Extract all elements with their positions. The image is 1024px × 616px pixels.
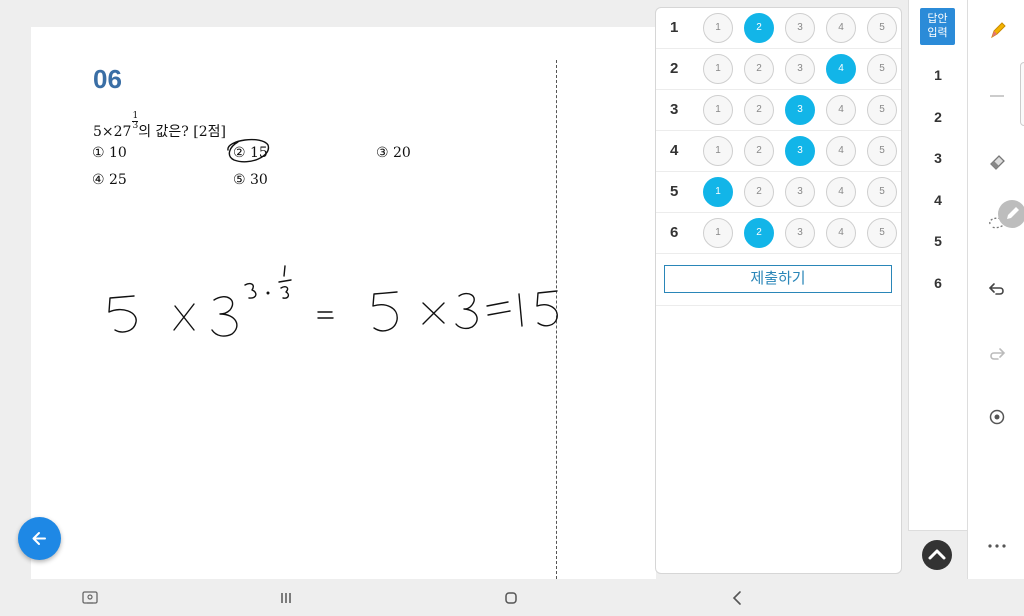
answer-bubble[interactable]: 4 xyxy=(826,136,856,166)
nav-question-number[interactable]: 3 xyxy=(909,150,967,166)
question-text: 5×27 1 3 의 값은? [2점] xyxy=(93,112,226,141)
answer-row-number: 2 xyxy=(670,60,679,77)
answer-row-number: 3 xyxy=(670,101,679,118)
question-number: 06 xyxy=(93,64,122,94)
answer-bubble[interactable]: 5 xyxy=(867,177,897,207)
nav-question-number[interactable]: 6 xyxy=(909,275,967,291)
pencil-icon[interactable] xyxy=(984,17,1010,43)
question-nav: 답안 입력 1 2 3 4 5 6 xyxy=(908,0,967,531)
answer-input-label-2: 입력 xyxy=(927,27,948,39)
answer-sheet-panel: 112345212345312345412345512345612345 제출하… xyxy=(655,7,902,574)
answer-bubble[interactable]: 5 xyxy=(867,218,897,248)
answer-bubble[interactable]: 3 xyxy=(785,218,815,248)
answer-row-number: 5 xyxy=(670,183,679,200)
answer-bubble[interactable]: 4 xyxy=(826,218,856,248)
answer-row: 6 12345 xyxy=(656,213,901,254)
answer-row-number: 4 xyxy=(670,142,679,159)
scroll-up-button[interactable] xyxy=(922,540,952,570)
answer-bubble[interactable]: 2 xyxy=(744,13,774,43)
answer-bubble[interactable]: 1 xyxy=(703,218,733,248)
answer-bubble[interactable]: 3 xyxy=(785,54,815,84)
answer-row-number: 1 xyxy=(670,19,679,36)
answer-input-button[interactable]: 답안 입력 xyxy=(920,8,955,45)
answer-bubble[interactable]: 4 xyxy=(826,177,856,207)
answer-bubble[interactable]: 1 xyxy=(703,13,733,43)
page-divider xyxy=(556,60,557,579)
answer-bubble[interactable]: 5 xyxy=(867,95,897,125)
panel-divider xyxy=(656,305,901,306)
arrow-left-icon xyxy=(32,532,46,545)
answer-bubble[interactable]: 4 xyxy=(826,95,856,125)
choice-4[interactable]: ④ 25 xyxy=(92,172,127,188)
answer-bubble[interactable]: 3 xyxy=(785,177,815,207)
recent-apps-icon[interactable] xyxy=(275,587,297,609)
worksheet-page[interactable] xyxy=(31,27,656,579)
question-expression: 5×27 xyxy=(93,124,132,140)
choice-1[interactable]: ① 10 xyxy=(92,145,127,161)
eraser-icon[interactable] xyxy=(984,147,1010,173)
answer-row: 312345 xyxy=(656,90,901,131)
redo-icon[interactable] xyxy=(984,340,1010,366)
nav-question-number[interactable]: 4 xyxy=(909,192,967,208)
answer-row: 412345 xyxy=(656,131,901,172)
answer-bubble[interactable]: 5 xyxy=(867,54,897,84)
answer-bubble[interactable]: 3 xyxy=(785,13,815,43)
answer-bubble[interactable]: 2 xyxy=(744,54,774,84)
answer-bubble[interactable]: 4 xyxy=(826,13,856,43)
answer-bubble[interactable]: 3 xyxy=(785,95,815,125)
nav-question-number[interactable]: 5 xyxy=(909,233,967,249)
pen-icon xyxy=(1007,207,1019,219)
answer-row: 212345 xyxy=(656,49,901,90)
screenshot-icon[interactable] xyxy=(79,587,101,609)
chevron-up-icon xyxy=(928,549,946,560)
nav-question-number[interactable]: 2 xyxy=(909,109,967,125)
answer-bubble[interactable]: 1 xyxy=(703,95,733,125)
more-icon[interactable] xyxy=(984,533,1010,559)
answer-bubble[interactable]: 2 xyxy=(744,95,774,125)
answer-bubble[interactable]: 1 xyxy=(703,54,733,84)
answer-bubble[interactable]: 5 xyxy=(867,136,897,166)
question-suffix: 의 값은? [2점] xyxy=(138,124,226,140)
choice-5[interactable]: ⑤ 30 xyxy=(233,172,268,188)
answer-bubble[interactable]: 4 xyxy=(826,54,856,84)
answer-bubble[interactable]: 2 xyxy=(744,136,774,166)
answer-input-label-1: 답안 xyxy=(927,13,948,25)
back-icon[interactable] xyxy=(726,587,748,609)
choice-2[interactable]: ② 15 xyxy=(233,145,268,161)
answer-bubble[interactable]: 3 xyxy=(785,136,815,166)
home-icon[interactable] xyxy=(500,587,522,609)
pen-shortcut-button[interactable] xyxy=(998,200,1024,228)
answer-bubble[interactable]: 2 xyxy=(744,218,774,248)
system-nav-bar xyxy=(0,579,1024,616)
choice-3[interactable]: ③ 20 xyxy=(376,145,411,161)
answer-row: 112345 xyxy=(656,8,901,49)
undo-icon[interactable] xyxy=(984,275,1010,301)
edge-panel-handle[interactable] xyxy=(1020,62,1024,126)
answer-row: 512345 xyxy=(656,172,901,213)
tool-bar xyxy=(967,0,1024,579)
answer-bubble[interactable]: 2 xyxy=(744,177,774,207)
nav-question-number[interactable]: 1 xyxy=(909,67,967,83)
answer-bubble[interactable]: 1 xyxy=(703,136,733,166)
answer-bubble[interactable]: 1 xyxy=(703,177,733,207)
answer-bubble[interactable]: 5 xyxy=(867,13,897,43)
record-icon[interactable] xyxy=(984,404,1010,430)
back-fab[interactable] xyxy=(18,517,61,560)
submit-button[interactable]: 제출하기 xyxy=(664,265,892,293)
answer-row-number: 6 xyxy=(670,224,679,241)
line-icon[interactable] xyxy=(984,83,1010,109)
